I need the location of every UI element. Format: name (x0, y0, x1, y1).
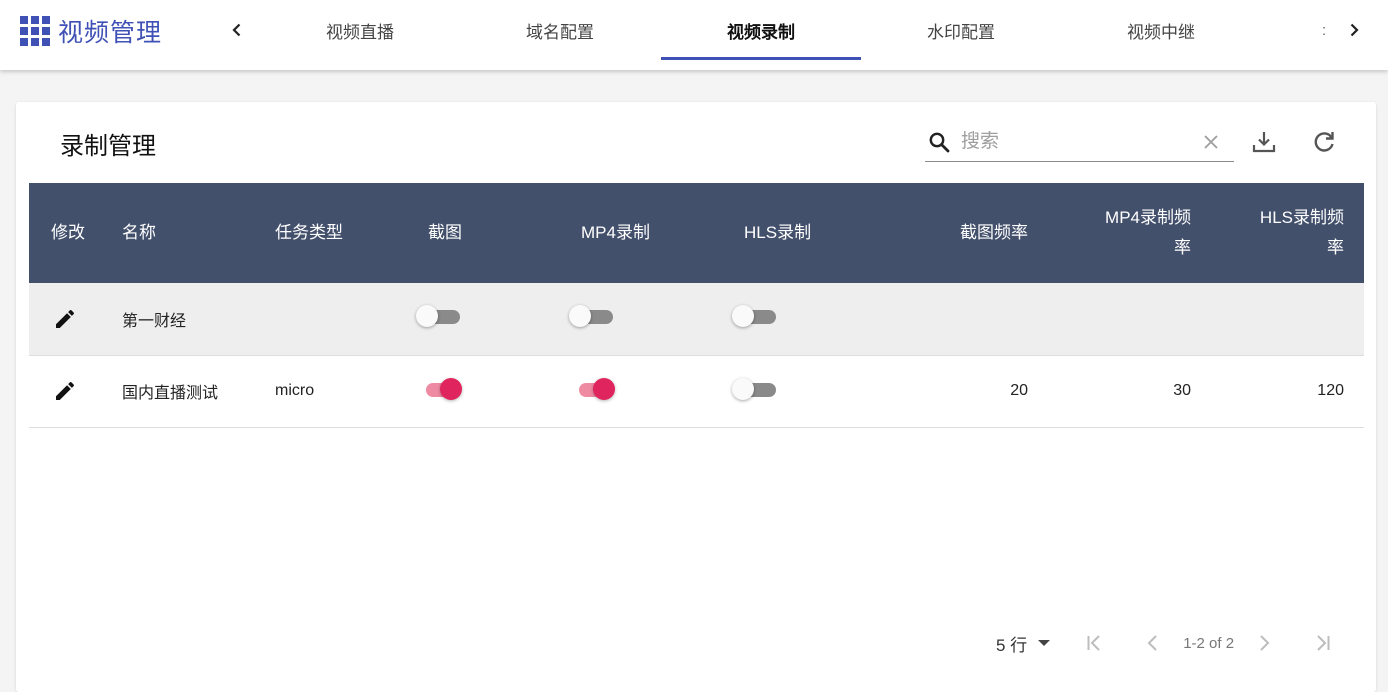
app-title: 视频管理 (58, 19, 163, 47)
next-page-button[interactable] (1250, 629, 1278, 657)
next-page-icon (1260, 635, 1270, 651)
header-mp4-rate-line2: 率 (1174, 238, 1191, 257)
edit-button[interactable] (51, 305, 79, 333)
mp4-toggle[interactable] (569, 377, 615, 401)
pagination: 5 行 1-2 of 2 (996, 628, 1336, 658)
row-task-type: micro (275, 382, 315, 399)
prev-page-icon (1147, 635, 1157, 651)
row-snapshot-rate (885, 283, 1048, 355)
refresh-button[interactable] (1308, 126, 1340, 158)
header-name[interactable]: 名称 (100, 183, 253, 283)
row-snapshot-rate: 20 (1010, 382, 1028, 399)
recording-table: 修改 名称 任务类型 截图 MP4录制 HLS录制 截图频率 MP4录制频率 H… (29, 183, 1364, 428)
pencil-icon (56, 381, 75, 400)
prev-page-button[interactable] (1139, 629, 1167, 657)
brand: 视频管理 (20, 14, 162, 48)
row-hls-rate (1211, 283, 1364, 355)
header-hls-rate[interactable]: HLS录制频率 (1211, 183, 1364, 283)
table-row: 国内直播测试 micro 20 30 120 (29, 355, 1364, 427)
tab-video-relay[interactable]: 视频中继 (1061, 0, 1261, 60)
edit-button[interactable] (51, 377, 79, 405)
header-edit: 修改 (51, 223, 85, 242)
search-input[interactable] (961, 130, 1191, 153)
clear-search-button[interactable] (1199, 130, 1223, 154)
dropdown-arrow-icon (1037, 636, 1051, 650)
first-page-icon (1087, 635, 1100, 651)
tab-bar: 视频直播 域名配置 视频录制 水印配置 视频中继 : (260, 0, 1330, 70)
tab-video-live[interactable]: 视频直播 (260, 0, 460, 60)
tab-video-recording[interactable]: 视频录制 (661, 0, 861, 60)
row-mp4-rate: 30 (1173, 382, 1191, 399)
header-mp4[interactable]: MP4录制 (559, 183, 722, 283)
header-mp4-rate[interactable]: MP4录制频率 (1048, 183, 1211, 283)
active-tab-indicator (661, 57, 861, 60)
row-name: 第一财经 (122, 312, 187, 330)
hls-toggle[interactable] (732, 304, 776, 328)
hls-toggle[interactable] (732, 377, 776, 401)
card-title: 录制管理 (60, 133, 156, 160)
header-snapshot-rate[interactable]: 截图频率 (885, 183, 1048, 283)
row-task-type (253, 283, 406, 355)
header-snapshot[interactable]: 截图 (406, 183, 559, 283)
search-icon (925, 128, 953, 156)
row-name: 国内直播测试 (122, 385, 219, 402)
top-app-bar: 视频管理 视频直播 域名配置 视频录制 水印配置 视频中继 : (0, 0, 1388, 70)
header-task-type[interactable]: 任务类型 (253, 183, 406, 283)
download-button[interactable] (1248, 126, 1280, 158)
pencil-icon (56, 309, 75, 328)
last-page-button[interactable] (1308, 629, 1336, 657)
row-hls-rate: 120 (1317, 382, 1344, 399)
clear-icon (1204, 134, 1218, 149)
rows-per-page-select[interactable]: 5 行 (996, 631, 1051, 656)
header-hls[interactable]: HLS录制 (722, 183, 885, 283)
tab-watermark-config[interactable]: 水印配置 (861, 0, 1061, 60)
tabs-scroll-left-button[interactable] (225, 18, 249, 42)
chevron-left-icon (232, 23, 241, 37)
recording-management-card: 录制管理 修改 名称 任务类型 截图 MP4录制 HLS录制 截图频率 (16, 102, 1376, 692)
download-icon (1252, 132, 1276, 153)
table-row: 第一财经 (29, 283, 1364, 355)
refresh-icon (1314, 132, 1334, 152)
tab-domain-config[interactable]: 域名配置 (460, 0, 660, 60)
first-page-button[interactable] (1081, 629, 1109, 657)
header-hls-rate-line2: 率 (1327, 238, 1344, 257)
snapshot-toggle[interactable] (416, 304, 460, 328)
table-header-row: 修改 名称 任务类型 截图 MP4录制 HLS录制 截图频率 MP4录制频率 H… (29, 183, 1364, 283)
row-mp4-rate (1048, 283, 1211, 355)
tabs-scroll-right-button[interactable] (1342, 18, 1366, 42)
mp4-toggle[interactable] (569, 304, 613, 328)
header-mp4-rate-line1: MP4录制频 (1105, 208, 1191, 227)
rows-per-page-value: 5 行 (996, 635, 1028, 655)
header-hls-rate-line1: HLS录制频 (1259, 208, 1344, 227)
page-range-label: 1-2 of 2 (1183, 634, 1235, 652)
search-field (925, 122, 1234, 162)
snapshot-toggle[interactable] (416, 377, 462, 401)
tab-overflow-partial[interactable]: : (1322, 0, 1330, 60)
apps-icon[interactable] (20, 16, 50, 46)
last-page-icon (1317, 635, 1330, 651)
chevron-right-icon (1350, 23, 1359, 37)
